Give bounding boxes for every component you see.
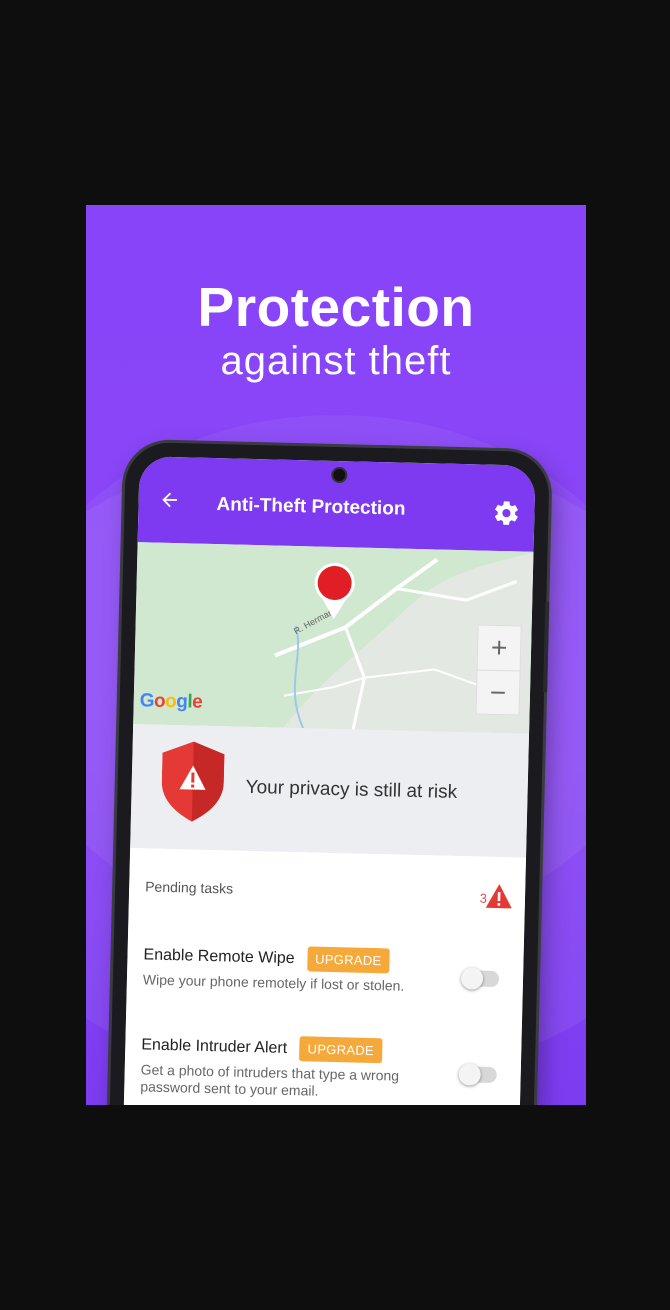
google-logo: Google: [139, 690, 203, 713]
warning-triangle-icon: [485, 883, 514, 910]
task-description: Get a photo of intruders that type a wro…: [140, 1061, 400, 1099]
task-remote-wipe[interactable]: Enable Remote Wipe UPGRADE Wipe your pho…: [143, 942, 510, 997]
arrow-left-icon[interactable]: [158, 489, 185, 516]
privacy-risk-message: Your privacy is still at risk: [245, 776, 458, 804]
zoom-out-button[interactable]: −: [477, 670, 520, 715]
toggle-knob: [460, 967, 484, 990]
privacy-risk-card: Your privacy is still at risk: [130, 724, 530, 858]
phone-screen: Anti-Theft Protection R. Herman + − Goog…: [122, 456, 536, 1105]
upgrade-badge[interactable]: UPGRADE: [299, 1036, 383, 1064]
zoom-in-button[interactable]: +: [478, 625, 521, 670]
upgrade-badge[interactable]: UPGRADE: [306, 946, 390, 974]
headline: Protection: [197, 276, 475, 338]
remote-wipe-toggle[interactable]: [460, 967, 500, 990]
task-description: Wipe your phone remotely if lost or stol…: [142, 971, 405, 994]
pending-tasks-section: Pending tasks 3 Enable Remote Wipe UPGRA…: [122, 848, 527, 1105]
location-pin-icon[interactable]: [312, 560, 357, 619]
pending-tasks-header: Pending tasks: [145, 878, 234, 897]
promo-banner: Protection against theft Anti-Theft Prot…: [86, 205, 586, 1105]
phone-mockup: Anti-Theft Protection R. Herman + − Goog…: [108, 441, 550, 1105]
intruder-alert-toggle[interactable]: [458, 1063, 497, 1086]
task-intruder-alert[interactable]: Enable Intruder Alert UPGRADE Get a phot…: [140, 1032, 507, 1104]
task-title: Enable Remote Wipe: [143, 945, 295, 967]
gear-icon[interactable]: [492, 499, 521, 528]
location-map[interactable]: R. Herman + − Google: [133, 542, 534, 734]
task-title: Enable Intruder Alert: [141, 1035, 288, 1057]
map-zoom-control: + −: [475, 624, 522, 716]
toggle-knob: [458, 1063, 481, 1086]
warning-shield-icon: [161, 741, 225, 822]
subheadline: against theft: [220, 339, 452, 383]
app-title: Anti-Theft Protection: [216, 494, 406, 520]
